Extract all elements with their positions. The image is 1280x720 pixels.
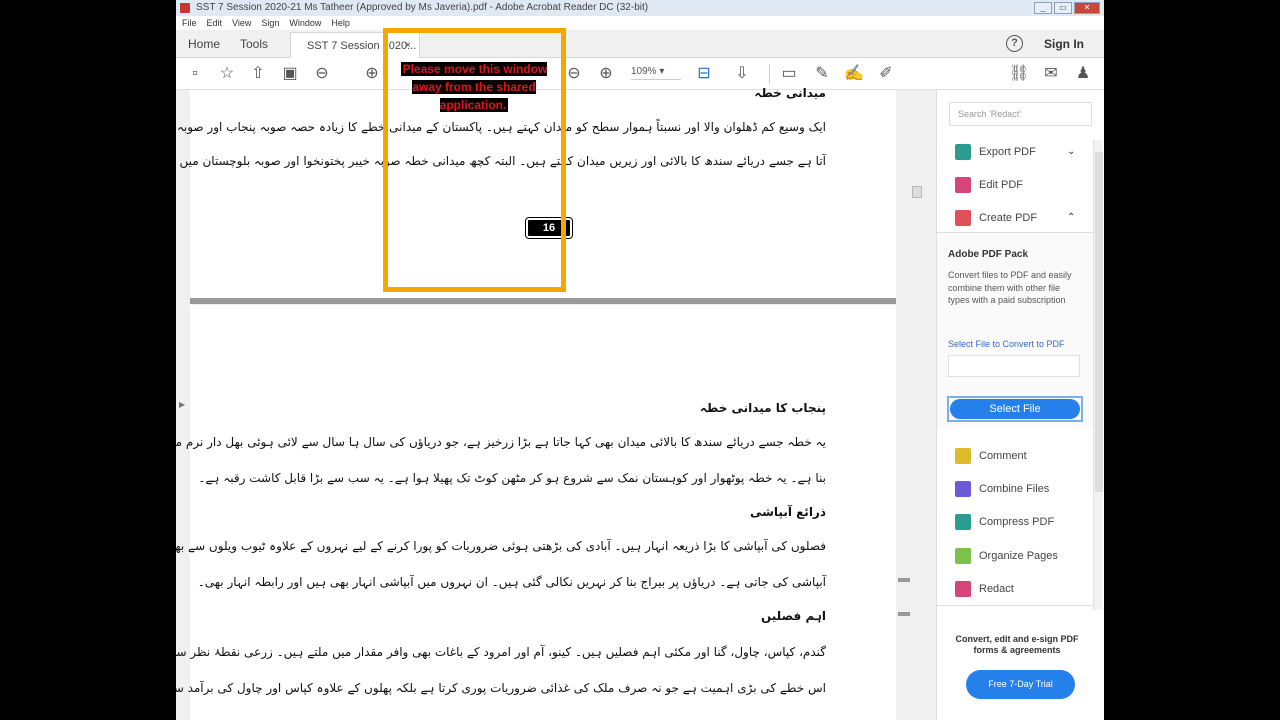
section-heading: پنجاب کا میدانی خطہ bbox=[699, 401, 826, 415]
menu-file[interactable]: File bbox=[182, 16, 197, 30]
menu-sign[interactable]: Sign bbox=[261, 16, 279, 30]
zoom-out-icon[interactable]: ⊖ bbox=[564, 64, 584, 84]
sign-in-button[interactable]: Sign In bbox=[1044, 37, 1084, 51]
tool-label: Comment bbox=[979, 450, 1027, 462]
screen-share-warning: Please move this window away from the sh… bbox=[396, 60, 552, 114]
create-pdf-icon bbox=[955, 210, 971, 226]
tool-label: Redact bbox=[979, 583, 1014, 595]
help-icon[interactable]: ? bbox=[1006, 35, 1023, 52]
tools-search-input[interactable]: Search 'Redact' bbox=[949, 102, 1092, 126]
tool-label: Combine Files bbox=[979, 483, 1050, 495]
paragraph-line: اس خطے کی بڑی اہمیت ہے جو نہ صرف ملک کی … bbox=[176, 681, 826, 695]
paragraph-line: فصلوں کی آبپاشی کا بڑا ذریعہ انہار ہیں۔ … bbox=[176, 539, 826, 553]
window-title: SST 7 Session 2020-21 Ms Tatheer (Approv… bbox=[196, 2, 649, 13]
organize-pages-icon bbox=[955, 548, 971, 564]
menu-view[interactable]: View bbox=[232, 16, 251, 30]
document-scrollbar-thumb[interactable] bbox=[912, 186, 922, 198]
comment-icon[interactable]: ▭ bbox=[779, 64, 799, 84]
file-input[interactable] bbox=[948, 355, 1080, 377]
scroll-marker bbox=[898, 612, 910, 616]
tool-edit-pdf[interactable]: Edit PDF bbox=[955, 177, 1023, 193]
print-icon[interactable]: ▣ bbox=[280, 64, 300, 84]
chevron-down-icon[interactable]: ⌄ bbox=[1067, 146, 1075, 157]
tool-label: Organize Pages bbox=[979, 550, 1058, 562]
scroll-marker bbox=[898, 578, 910, 582]
sign-icon[interactable]: ✍ bbox=[844, 64, 864, 84]
pdf-app-icon bbox=[180, 3, 190, 13]
tool-comment[interactable]: Comment bbox=[955, 448, 1027, 464]
promo-panel: Convert, edit and e-sign PDF forms & agr… bbox=[937, 605, 1093, 720]
tools-pane-scrollbar[interactable] bbox=[1093, 140, 1103, 610]
minimize-button[interactable]: _ bbox=[1034, 2, 1052, 14]
tool-label: Edit PDF bbox=[979, 179, 1024, 191]
tool-redact[interactable]: Redact bbox=[955, 581, 1014, 597]
select-file-label: Select File to Convert to PDF bbox=[948, 339, 1065, 349]
pack-title: Adobe PDF Pack bbox=[948, 249, 1029, 260]
tool-compress-pdf[interactable]: Compress PDF bbox=[955, 514, 1054, 530]
redact-icon bbox=[955, 581, 971, 597]
zoom-in-icon[interactable]: ⊕ bbox=[596, 64, 616, 84]
zoom-level-select[interactable]: 109% ▾ bbox=[631, 66, 681, 80]
compress-pdf-icon bbox=[955, 514, 971, 530]
toolbar: ▫ ☆ ⇧ ▣ ⊖ ⊕ ⊖ ⊕ 109% ▾ ⊟ ⇩ ▭ ✎ ✍ ✐ ⛓ ✉ ♟ bbox=[176, 58, 1104, 90]
fit-page-icon[interactable]: ⊟ bbox=[694, 64, 714, 84]
tool-label: Compress PDF bbox=[979, 516, 1055, 528]
paragraph-line: گندم، کپاس، چاول، گنا اور مکئی اہم فصلیں… bbox=[176, 645, 826, 659]
expand-left-panel-icon[interactable]: ▶ bbox=[179, 400, 185, 409]
page-separator bbox=[190, 298, 896, 304]
tool-label: Export PDF bbox=[979, 146, 1036, 158]
find-icon[interactable]: ⊖ bbox=[312, 64, 332, 84]
menu-help[interactable]: Help bbox=[331, 16, 350, 30]
edit-pdf-icon bbox=[955, 177, 971, 193]
fill-sign-icon[interactable]: ✐ bbox=[876, 64, 896, 84]
tool-organize-pages[interactable]: Organize Pages bbox=[955, 548, 1058, 564]
scrollbar-thumb[interactable] bbox=[1095, 152, 1103, 492]
paragraph-line: بنا ہے۔ یہ خطہ پوٹھوار اور کوہستان نمک س… bbox=[198, 471, 826, 485]
warning-text: Please move this window away from the sh… bbox=[400, 62, 548, 112]
save-icon[interactable]: ▫ bbox=[185, 64, 205, 84]
share-link-icon[interactable]: ⛓ bbox=[1009, 64, 1029, 84]
tab-tools[interactable]: Tools bbox=[240, 37, 268, 51]
chevron-up-icon[interactable]: ⌃ bbox=[1067, 212, 1075, 223]
previous-page-icon[interactable]: ⊕ bbox=[362, 64, 382, 84]
menu-window[interactable]: Window bbox=[289, 16, 321, 30]
paragraph-line: آبپاشی کی جاتی ہے۔ دریاؤں پر بیراج بنا ک… bbox=[197, 575, 826, 589]
tool-export-pdf[interactable]: Export PDF bbox=[955, 144, 1036, 160]
tool-create-pdf[interactable]: Create PDF bbox=[955, 210, 1037, 226]
pack-description: Convert files to PDF and easily combine … bbox=[948, 270, 1072, 305]
section-heading: میدانی خطہ bbox=[754, 86, 826, 100]
maximize-button[interactable]: ▭ bbox=[1054, 2, 1072, 14]
free-trial-button[interactable]: Free 7-Day Trial bbox=[966, 670, 1075, 699]
tab-home[interactable]: Home bbox=[188, 37, 220, 51]
tool-combine-files[interactable]: Combine Files bbox=[955, 481, 1049, 497]
combine-files-icon bbox=[955, 481, 971, 497]
export-pdf-icon bbox=[955, 144, 971, 160]
tools-pane: Search 'Redact' Export PDF ⌄ Edit PDF Cr… bbox=[936, 90, 1104, 720]
upload-cloud-icon[interactable]: ⇧ bbox=[248, 64, 268, 84]
add-user-icon[interactable]: ♟ bbox=[1073, 64, 1093, 84]
section-heading: اہم فصلیں bbox=[760, 609, 826, 623]
title-bar: SST 7 Session 2020-21 Ms Tatheer (Approv… bbox=[176, 0, 1104, 16]
comment-icon bbox=[955, 448, 971, 464]
close-window-button[interactable]: ✕ bbox=[1074, 2, 1100, 14]
menu-edit[interactable]: Edit bbox=[207, 16, 223, 30]
tool-label: Create PDF bbox=[979, 212, 1038, 224]
pdf-page-17: پنجاب کا میدانی خطہ یہ خطہ جسے دریائے سن… bbox=[176, 305, 896, 720]
menu-bar: File Edit View Sign Window Help bbox=[176, 16, 1104, 30]
bookmark-star-icon[interactable]: ☆ bbox=[217, 64, 237, 84]
toolbar-divider bbox=[769, 64, 770, 84]
section-heading: ذرائع آبپاشی bbox=[749, 505, 826, 519]
select-file-label: Select File bbox=[950, 399, 1080, 419]
email-icon[interactable]: ✉ bbox=[1041, 64, 1061, 84]
highlight-pen-icon[interactable]: ✎ bbox=[812, 64, 832, 84]
acrobat-window: SST 7 Session 2020-21 Ms Tatheer (Approv… bbox=[176, 0, 1104, 720]
tab-bar: Home Tools SST 7 Session 2020... × ? Sign… bbox=[176, 30, 1104, 59]
paragraph-line: یہ خطہ جسے دریائے سندھ کا بالائی میدان ب… bbox=[176, 435, 826, 449]
scroll-mode-icon[interactable]: ⇩ bbox=[732, 64, 752, 84]
select-file-button[interactable]: Select File bbox=[947, 396, 1083, 422]
promo-text: Convert, edit and e-sign PDF forms & agr… bbox=[955, 634, 1079, 655]
zoom-value: 109% bbox=[631, 66, 657, 77]
